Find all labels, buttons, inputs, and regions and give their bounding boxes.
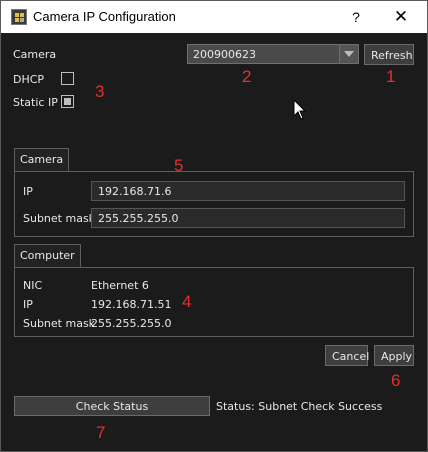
dhcp-checkbox[interactable] bbox=[61, 72, 74, 85]
mouse-cursor-icon bbox=[293, 99, 307, 120]
camera-group-title: Camera bbox=[14, 148, 70, 172]
annotation-2: 2 bbox=[242, 67, 252, 86]
computer-ip-value: 192.168.71.51 bbox=[91, 298, 172, 311]
computer-nic-label: NIC bbox=[23, 279, 43, 292]
camera-subnet-field[interactable] bbox=[91, 208, 405, 228]
computer-nic-value: Ethernet 6 bbox=[91, 279, 149, 292]
computer-group-title: Computer bbox=[14, 244, 81, 268]
help-button[interactable]: ? bbox=[344, 6, 368, 28]
camera-subnet-label: Subnet mask bbox=[23, 212, 96, 225]
annotation-6: 6 bbox=[391, 371, 401, 390]
dialog-window: Camera IP Configuration ? ✕ Camera 20090… bbox=[0, 0, 428, 452]
dhcp-label: DHCP bbox=[13, 73, 45, 86]
apply-button[interactable]: Apply bbox=[374, 345, 414, 366]
camera-ip-field[interactable] bbox=[91, 181, 405, 201]
annotation-3: 3 bbox=[95, 82, 105, 101]
app-icon bbox=[11, 9, 27, 25]
annotation-1: 1 bbox=[386, 67, 396, 86]
computer-group: NIC Ethernet 6 IP 192.168.71.51 Subnet m… bbox=[14, 267, 414, 337]
camera-group: IP Subnet mask bbox=[14, 171, 414, 237]
chevron-down-icon[interactable] bbox=[339, 45, 358, 63]
static-ip-label: Static IP bbox=[13, 96, 58, 109]
annotation-7: 7 bbox=[96, 423, 106, 442]
camera-label: Camera bbox=[13, 48, 57, 61]
close-button[interactable]: ✕ bbox=[384, 6, 418, 28]
camera-ip-label: IP bbox=[23, 185, 33, 198]
camera-select-value: 200900623 bbox=[193, 48, 256, 61]
computer-ip-label: IP bbox=[23, 298, 33, 311]
check-status-button[interactable]: Check Status bbox=[14, 396, 210, 416]
status-text: Status: Subnet Check Success bbox=[216, 400, 383, 413]
window-title: Camera IP Configuration bbox=[33, 9, 176, 24]
title-bar: Camera IP Configuration ? ✕ bbox=[1, 1, 427, 33]
camera-select[interactable]: 200900623 bbox=[187, 44, 359, 64]
static-ip-checkbox[interactable] bbox=[61, 95, 74, 108]
annotation-4: 4 bbox=[182, 292, 192, 311]
computer-subnet-label: Subnet mask bbox=[23, 317, 96, 330]
annotation-5: 5 bbox=[174, 156, 184, 175]
refresh-button[interactable]: Refresh bbox=[364, 44, 414, 65]
cancel-button[interactable]: Cancel bbox=[325, 345, 369, 366]
computer-subnet-value: 255.255.255.0 bbox=[91, 317, 172, 330]
